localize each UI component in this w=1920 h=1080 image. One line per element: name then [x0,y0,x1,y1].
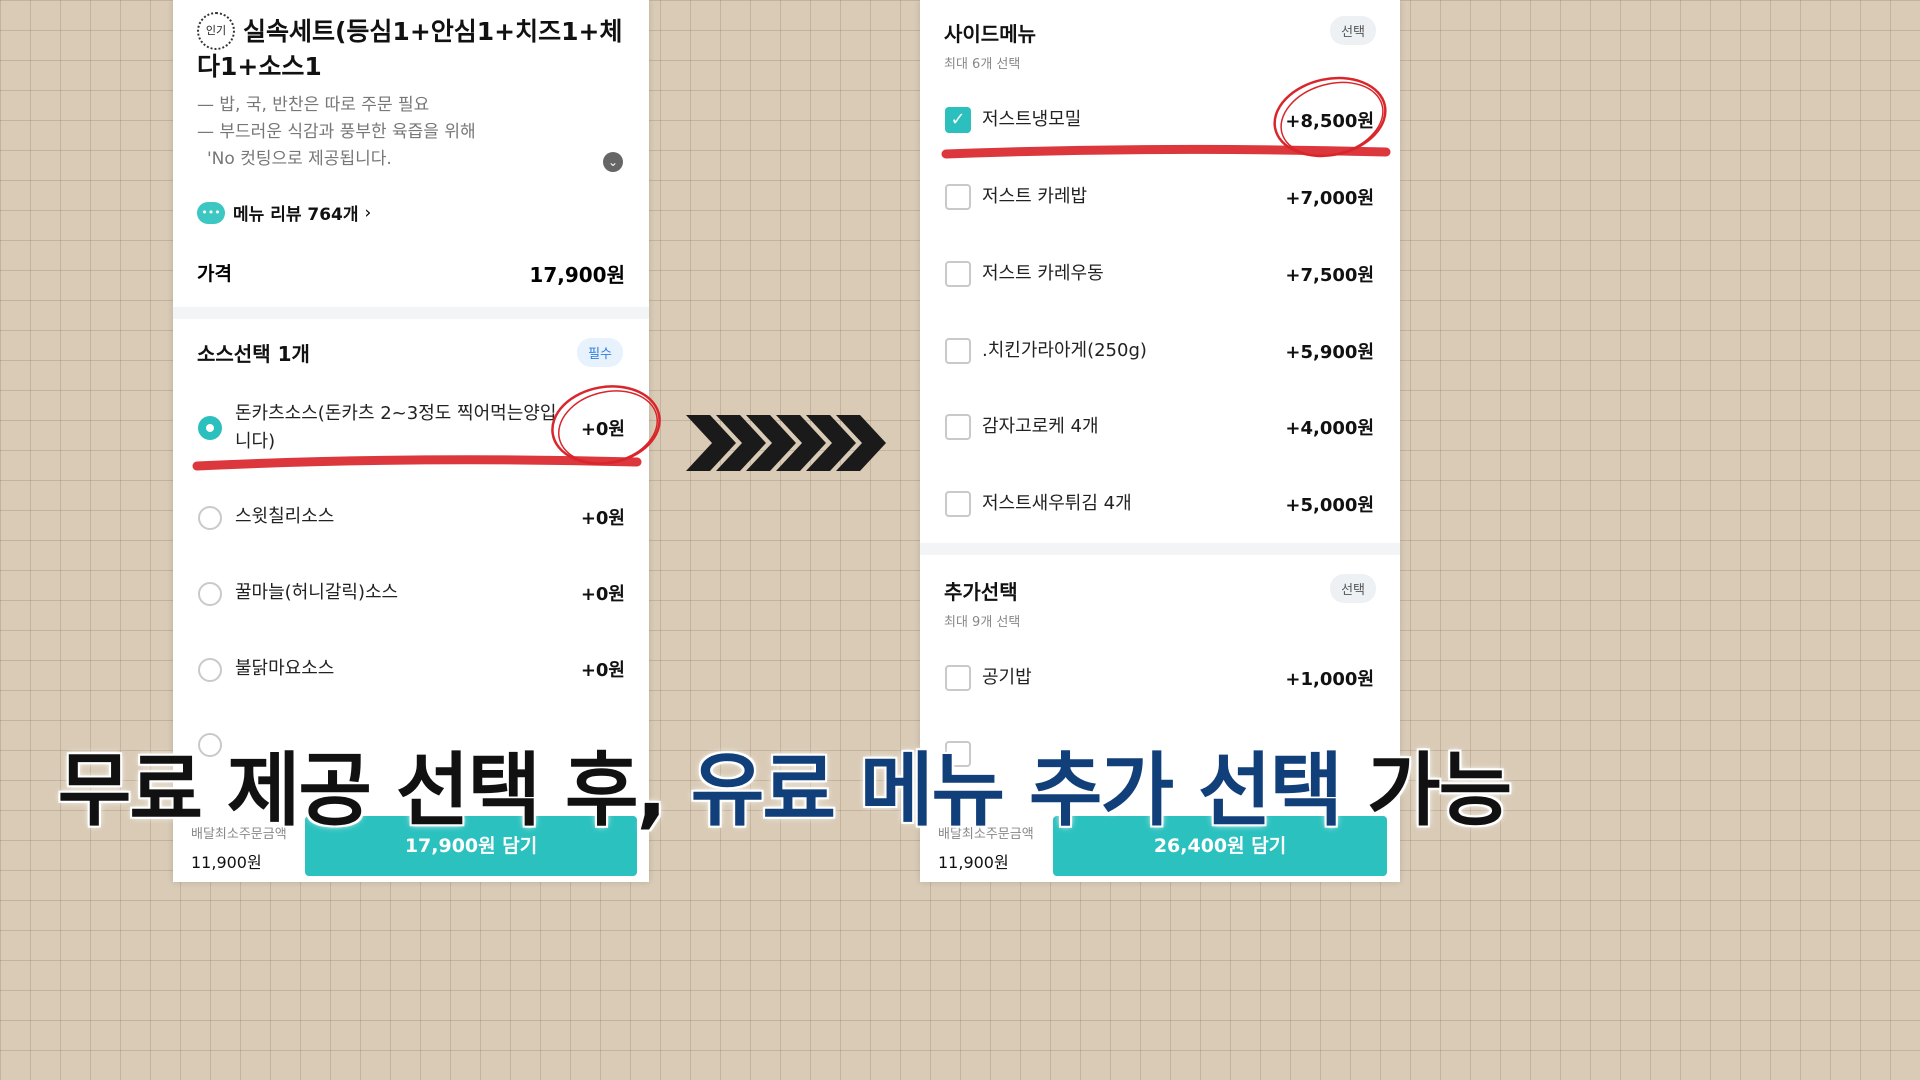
chevron-right-icon: › [364,202,372,223]
caption-part-3: 가능 [1366,743,1514,839]
sauce-option-price: +0원 [580,419,625,440]
min-order-value: 11,900원 [938,853,1009,872]
caption-text: 무료 제공 선택 후, 유료 메뉴 추가 선택 가능 [0,726,1568,842]
desc-line-3: 'No 컷팅으로 제공됩니다. [207,149,392,169]
side-section-sub: 최대 6개 선택 [944,57,1021,72]
optional-badge: 선택 [1330,16,1376,45]
side-option-label: 저스트새우튀김 4개 [982,493,1132,514]
side-option-price: +7,500원 [1285,265,1374,286]
side-option-label: 저스트냉모밀 [982,109,1082,130]
expand-chevron-icon[interactable]: ⌄ [603,152,623,172]
checkbox-checked[interactable]: ✓ [945,107,971,133]
sauce-option-price: +0원 [580,508,625,529]
sauce-option-1[interactable]: 돈카츠소스(돈카츠 2~3정도 찍어먹는양입니다) +0원 [197,398,625,458]
sauce-option-3[interactable]: 꿀마늘(허니갈릭)소스 +0원 [197,579,625,609]
side-option-label: 저스트 카레밥 [982,186,1088,207]
section-divider [173,307,649,319]
extra-option-price: +1,000원 [1285,669,1374,690]
radio-unselected[interactable] [198,506,222,530]
side-option-price: +7,000원 [1285,188,1374,209]
price-label: 가격 [197,263,232,285]
sauce-option-label: 꿀마늘(허니갈릭)소스 [235,582,399,603]
side-option-2[interactable]: 저스트 카레밥 +7,000원 [944,182,1374,212]
side-option-label: .치킨가라아게(250g) [982,340,1147,361]
desc-line-1: — 밥, 국, 반찬은 따로 주문 필요 [197,95,430,115]
checkbox-unchecked[interactable] [945,665,971,691]
extra-option-1[interactable]: 공기밥 +1,000원 [944,663,1374,693]
sauce-option-label: 스윗칠리소스 [235,506,335,527]
side-option-price: +8,500원 [1285,111,1374,132]
sauce-option-price: +0원 [580,660,625,681]
caption-part-1: 무료 제공 선택 후, [56,743,668,839]
checkbox-unchecked[interactable] [945,491,971,517]
chat-bubble-icon: ••• [197,201,225,224]
checkbox-unchecked[interactable] [945,414,971,440]
radio-unselected[interactable] [198,582,222,606]
side-option-price: +4,000원 [1285,418,1374,439]
side-option-6[interactable]: 저스트새우튀김 4개 +5,000원 [944,489,1374,519]
side-section-title: 사이드메뉴 [944,22,1036,46]
sauce-option-price: +0원 [580,584,625,605]
required-badge: 필수 [577,338,623,367]
extra-section-title: 추가선택 [944,580,1018,604]
price-value: 17,900원 [529,263,625,287]
side-option-label: 저스트 카레우동 [982,263,1104,284]
sauce-section-title: 소스선택 1개 [197,342,310,366]
sauce-option-label: 불닭마요소스 [235,658,335,679]
side-option-3[interactable]: 저스트 카레우동 +7,500원 [944,259,1374,289]
review-link-label: 메뉴 리뷰 764개 [233,205,359,225]
side-option-5[interactable]: 감자고로케 4개 +4,000원 [944,412,1374,442]
section-divider [920,543,1400,555]
checkbox-unchecked[interactable] [945,338,971,364]
menu-description: — 밥, 국, 반찬은 따로 주문 필요 — 부드러운 식감과 풍부한 육즙을 … [197,92,597,173]
optional-badge: 선택 [1330,574,1376,603]
side-option-price: +5,900원 [1285,342,1374,363]
review-link[interactable]: ••• 메뉴 리뷰 764개 › [197,200,371,225]
checkbox-unchecked[interactable] [945,184,971,210]
sauce-option-label: 돈카츠소스(돈카츠 2~3정도 찍어먹는양입니다) [235,403,557,452]
extra-option-label: 공기밥 [982,667,1032,688]
chevron-arrows-icon [686,415,886,471]
radio-selected[interactable] [198,416,222,440]
menu-title: 실속세트(등심1+안심1+치즈1+체다1+소스1 [197,17,623,81]
checkbox-unchecked[interactable] [945,261,971,287]
radio-unselected[interactable] [198,658,222,682]
side-option-label: 감자고로케 4개 [982,416,1099,437]
side-option-4[interactable]: .치킨가라아게(250g) +5,900원 [944,336,1374,366]
side-option-1[interactable]: ✓ 저스트냉모밀 +8,500원 [944,105,1374,135]
extra-section-sub: 최대 9개 선택 [944,615,1021,630]
sauce-option-4[interactable]: 불닭마요소스 +0원 [197,655,625,685]
caption-part-2: 유료 메뉴 추가 선택 [689,743,1344,839]
min-order-value: 11,900원 [191,853,262,872]
desc-line-2: — 부드러운 식감과 풍부한 육즙을 위해 [197,122,476,142]
sauce-option-2[interactable]: 스윗칠리소스 +0원 [197,503,625,533]
side-option-price: +5,000원 [1285,495,1374,516]
